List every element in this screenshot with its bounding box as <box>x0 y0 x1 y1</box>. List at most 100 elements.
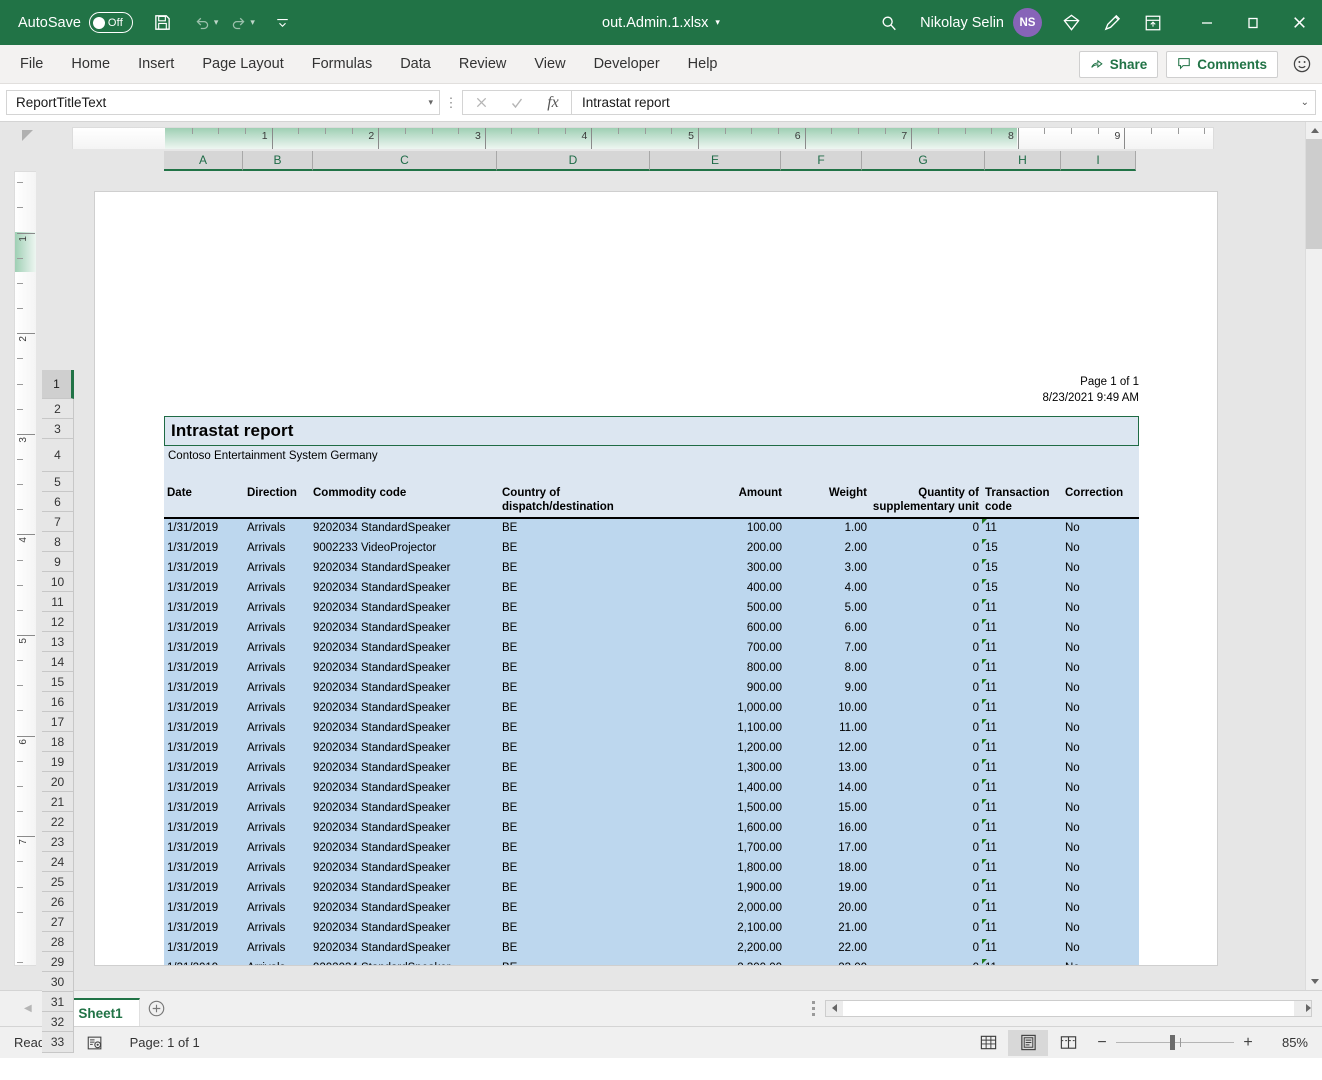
row-header-25[interactable]: 25 <box>42 872 74 892</box>
ribbon-tab-help[interactable]: Help <box>674 45 732 83</box>
cell-error-indicator-icon[interactable] <box>982 759 987 764</box>
autosave-toggle[interactable]: Off <box>89 12 133 33</box>
table-row[interactable]: 1/31/2019Arrivals9202034 StandardSpeaker… <box>164 579 1139 599</box>
accessibility-checker-icon[interactable] <box>86 1034 104 1052</box>
feedback-smiley-icon[interactable] <box>1292 54 1312 74</box>
zoom-in-button[interactable]: + <box>1234 1030 1262 1056</box>
cell-error-indicator-icon[interactable] <box>982 639 987 644</box>
ink-pen-icon[interactable] <box>1103 13 1122 32</box>
column-header-G[interactable]: G <box>862 151 985 171</box>
ribbon-display-options-icon[interactable] <box>1144 14 1162 32</box>
scroll-left-button[interactable] <box>826 1001 843 1016</box>
sheet-tab-splitter[interactable] <box>801 1001 825 1016</box>
row-header-24[interactable]: 24 <box>42 852 74 872</box>
cell-error-indicator-icon[interactable] <box>982 719 987 724</box>
zoom-slider-thumb[interactable] <box>1170 1035 1175 1050</box>
vertical-scrollbar[interactable] <box>1305 122 1322 990</box>
row-header-5[interactable]: 5 <box>42 472 74 492</box>
page-layout-sheet[interactable]: Page 1 of 1 8/23/2021 9:49 AM Intrastat … <box>94 191 1218 966</box>
restore-icon[interactable] <box>1230 0 1276 45</box>
row-header-26[interactable]: 26 <box>42 892 74 912</box>
table-row[interactable]: 1/31/2019Arrivals9202034 StandardSpeaker… <box>164 779 1139 799</box>
table-row[interactable]: 1/31/2019Arrivals9202034 StandardSpeaker… <box>164 599 1139 619</box>
row-header-27[interactable]: 27 <box>42 912 74 932</box>
enter-check-icon[interactable] <box>499 91 535 114</box>
zoom-slider[interactable] <box>1116 1030 1234 1056</box>
vertical-ruler[interactable]: 1234567 <box>14 171 36 966</box>
undo-icon[interactable] <box>194 14 211 31</box>
table-row[interactable]: 1/31/2019Arrivals9202034 StandardSpeaker… <box>164 719 1139 739</box>
row-header-10[interactable]: 10 <box>42 572 74 592</box>
formula-input[interactable]: Intrastat report ⌄ <box>572 90 1316 115</box>
table-row[interactable]: 1/31/2019Arrivals9202034 StandardSpeaker… <box>164 559 1139 579</box>
redo-dropdown-icon[interactable]: ▾ <box>250 17 255 28</box>
table-row[interactable]: 1/31/2019Arrivals9202034 StandardSpeaker… <box>164 639 1139 659</box>
row-header-16[interactable]: 16 <box>42 692 74 712</box>
save-icon[interactable] <box>153 13 172 32</box>
cell-error-indicator-icon[interactable] <box>982 819 987 824</box>
row-header-7[interactable]: 7 <box>42 512 74 532</box>
horizontal-scroll-track[interactable] <box>843 1001 1294 1016</box>
column-header-D[interactable]: D <box>497 151 650 171</box>
table-row[interactable]: 1/31/2019Arrivals9202034 StandardSpeaker… <box>164 659 1139 679</box>
cell-error-indicator-icon[interactable] <box>982 519 987 524</box>
table-row[interactable]: 1/31/2019Arrivals9202034 StandardSpeaker… <box>164 959 1139 966</box>
horizontal-scrollbar[interactable] <box>825 1000 1312 1017</box>
row-header-3[interactable]: 3 <box>42 419 74 439</box>
cell-error-indicator-icon[interactable] <box>982 779 987 784</box>
cell-error-indicator-icon[interactable] <box>982 659 987 664</box>
cell-error-indicator-icon[interactable] <box>982 799 987 804</box>
table-row[interactable]: 1/31/2019Arrivals9202034 StandardSpeaker… <box>164 939 1139 959</box>
table-row[interactable]: 1/31/2019Arrivals9202034 StandardSpeaker… <box>164 679 1139 699</box>
vertical-scroll-thumb[interactable] <box>1306 139 1322 249</box>
row-header-23[interactable]: 23 <box>42 832 74 852</box>
ribbon-tab-developer[interactable]: Developer <box>580 45 674 83</box>
cell-error-indicator-icon[interactable] <box>982 679 987 684</box>
formula-bar-splitter[interactable]: ⋮ <box>440 95 462 111</box>
column-header-B[interactable]: B <box>243 151 313 171</box>
undo-dropdown-icon[interactable]: ▾ <box>214 17 219 28</box>
user-name[interactable]: Nikolay Selin <box>920 15 1004 31</box>
row-header-22[interactable]: 22 <box>42 812 74 832</box>
cancel-x-icon[interactable] <box>463 91 499 114</box>
cell-error-indicator-icon[interactable] <box>982 739 987 744</box>
table-row[interactable]: 1/31/2019Arrivals9202034 StandardSpeaker… <box>164 759 1139 779</box>
ribbon-tab-home[interactable]: Home <box>57 45 124 83</box>
table-row[interactable]: 1/31/2019Arrivals9202034 StandardSpeaker… <box>164 899 1139 919</box>
table-row[interactable]: 1/31/2019Arrivals9202034 StandardSpeaker… <box>164 879 1139 899</box>
expand-formula-bar-icon[interactable]: ⌄ <box>1301 97 1309 108</box>
previous-sheet-icon[interactable]: ◀ <box>24 1003 32 1014</box>
cell-error-indicator-icon[interactable] <box>982 879 987 884</box>
row-header-28[interactable]: 28 <box>42 932 74 952</box>
column-header-C[interactable]: C <box>313 151 497 171</box>
scroll-down-button[interactable] <box>1306 973 1322 990</box>
row-header-14[interactable]: 14 <box>42 652 74 672</box>
chevron-down-icon[interactable]: ▾ <box>715 17 720 28</box>
column-header-A[interactable]: A <box>164 151 243 171</box>
column-header-F[interactable]: F <box>781 151 862 171</box>
ribbon-tab-page-layout[interactable]: Page Layout <box>188 45 297 83</box>
zoom-out-button[interactable]: − <box>1088 1030 1116 1056</box>
row-header-20[interactable]: 20 <box>42 772 74 792</box>
table-row[interactable]: 1/31/2019Arrivals9202034 StandardSpeaker… <box>164 799 1139 819</box>
diamond-icon[interactable] <box>1062 13 1081 32</box>
row-header-8[interactable]: 8 <box>42 532 74 552</box>
row-header-17[interactable]: 17 <box>42 712 74 732</box>
page-layout-view-icon[interactable] <box>1008 1030 1048 1056</box>
cell-error-indicator-icon[interactable] <box>982 919 987 924</box>
table-row[interactable]: 1/31/2019Arrivals9202034 StandardSpeaker… <box>164 859 1139 879</box>
cell-error-indicator-icon[interactable] <box>982 539 987 544</box>
row-header-6[interactable]: 6 <box>42 492 74 512</box>
report-title-cell[interactable]: Intrastat report <box>164 416 1139 446</box>
cell-error-indicator-icon[interactable] <box>982 939 987 944</box>
normal-view-icon[interactable] <box>968 1030 1008 1056</box>
column-header-H[interactable]: H <box>985 151 1061 171</box>
comments-button[interactable]: Comments <box>1166 51 1278 78</box>
avatar[interactable]: NS <box>1013 8 1042 37</box>
add-sheet-icon[interactable] <box>140 990 174 1026</box>
table-row[interactable]: 1/31/2019Arrivals9202034 StandardSpeaker… <box>164 699 1139 719</box>
row-header-29[interactable]: 29 <box>42 952 74 972</box>
table-row[interactable]: 1/31/2019Arrivals9202034 StandardSpeaker… <box>164 819 1139 839</box>
scroll-up-button[interactable] <box>1306 122 1322 139</box>
horizontal-ruler[interactable]: 123456789 <box>72 127 1214 149</box>
